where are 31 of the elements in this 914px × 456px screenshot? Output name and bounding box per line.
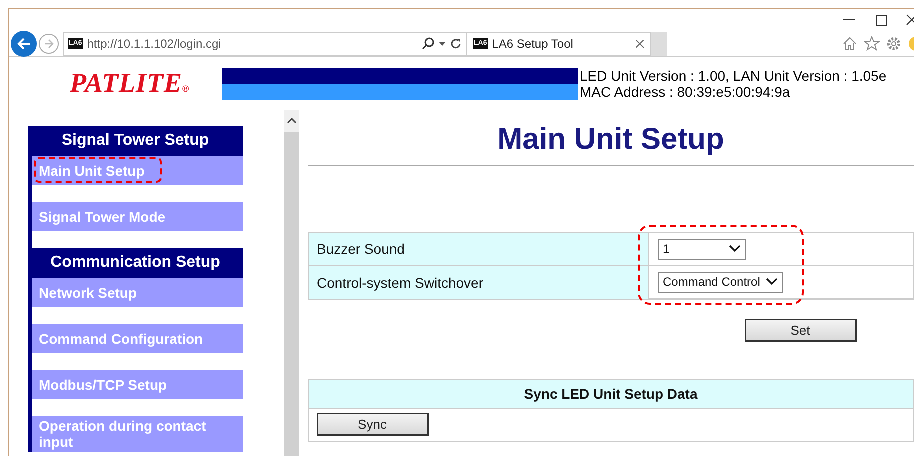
mac-address-text: MAC Address : 80:39:e5:00:94:9a [580,84,792,100]
home-icon[interactable] [842,36,858,52]
arrow-right-icon [44,38,54,48]
chevron-down-icon [766,278,778,286]
back-button[interactable] [11,30,37,56]
page-title: Main Unit Setup [308,120,914,166]
url-text: http://10.1.1.102/login.cgi [87,36,222,50]
caret-icon[interactable] [439,42,446,46]
version-text: LED Unit Version : 1.00, LAN Unit Version : 1.05e [580,68,887,84]
dropdown[interactable]: Command Control [658,272,784,292]
sync-title: Sync LED Unit Setup Data [309,380,913,409]
setting-label: Control-system Switchover [309,266,649,299]
settings-icon[interactable] [886,36,902,52]
refresh-icon[interactable] [450,38,462,50]
sync-button[interactable]: Sync [317,413,429,436]
tab-title: LA6 Setup Tool [492,36,574,50]
chevron-down-icon [729,245,741,253]
minimize-icon[interactable] [843,19,855,21]
setting-label: Buzzer Sound [309,233,649,266]
maximize-icon[interactable] [876,14,886,26]
star-icon[interactable] [864,36,880,52]
brand-logo: PATLITE [70,68,183,99]
search-icon[interactable] [422,37,435,50]
close-icon[interactable] [636,40,644,48]
set-button[interactable]: Set [745,319,857,342]
close-icon[interactable] [906,14,914,26]
scrollbar[interactable] [284,110,299,456]
arrow-left-icon [17,36,31,50]
chevron-up-icon[interactable] [286,118,296,124]
dropdown[interactable]: 1 [658,238,746,260]
registered-mark: ® [182,84,190,94]
